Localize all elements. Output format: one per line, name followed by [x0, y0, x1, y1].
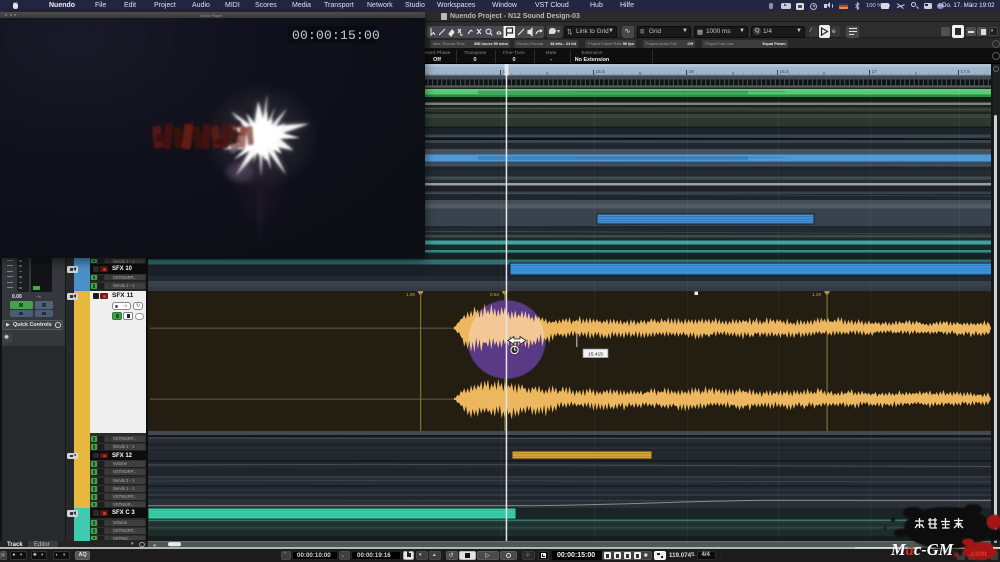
- svg-text:.com: .com: [969, 548, 987, 558]
- svg-text:15.415: 15.415: [588, 351, 603, 357]
- svg-text:0.94: 0.94: [490, 292, 499, 297]
- svg-text:Mac-GM: Mac-GM: [890, 540, 955, 559]
- svg-text:17.5: 17.5: [961, 69, 971, 75]
- svg-text:1.00: 1.00: [406, 292, 415, 297]
- svg-text:15.5: 15.5: [596, 69, 606, 75]
- svg-text:1.29: 1.29: [812, 292, 821, 297]
- svg-text:17: 17: [872, 69, 878, 75]
- svg-text:16: 16: [689, 69, 695, 75]
- svg-text:16.5: 16.5: [780, 69, 790, 75]
